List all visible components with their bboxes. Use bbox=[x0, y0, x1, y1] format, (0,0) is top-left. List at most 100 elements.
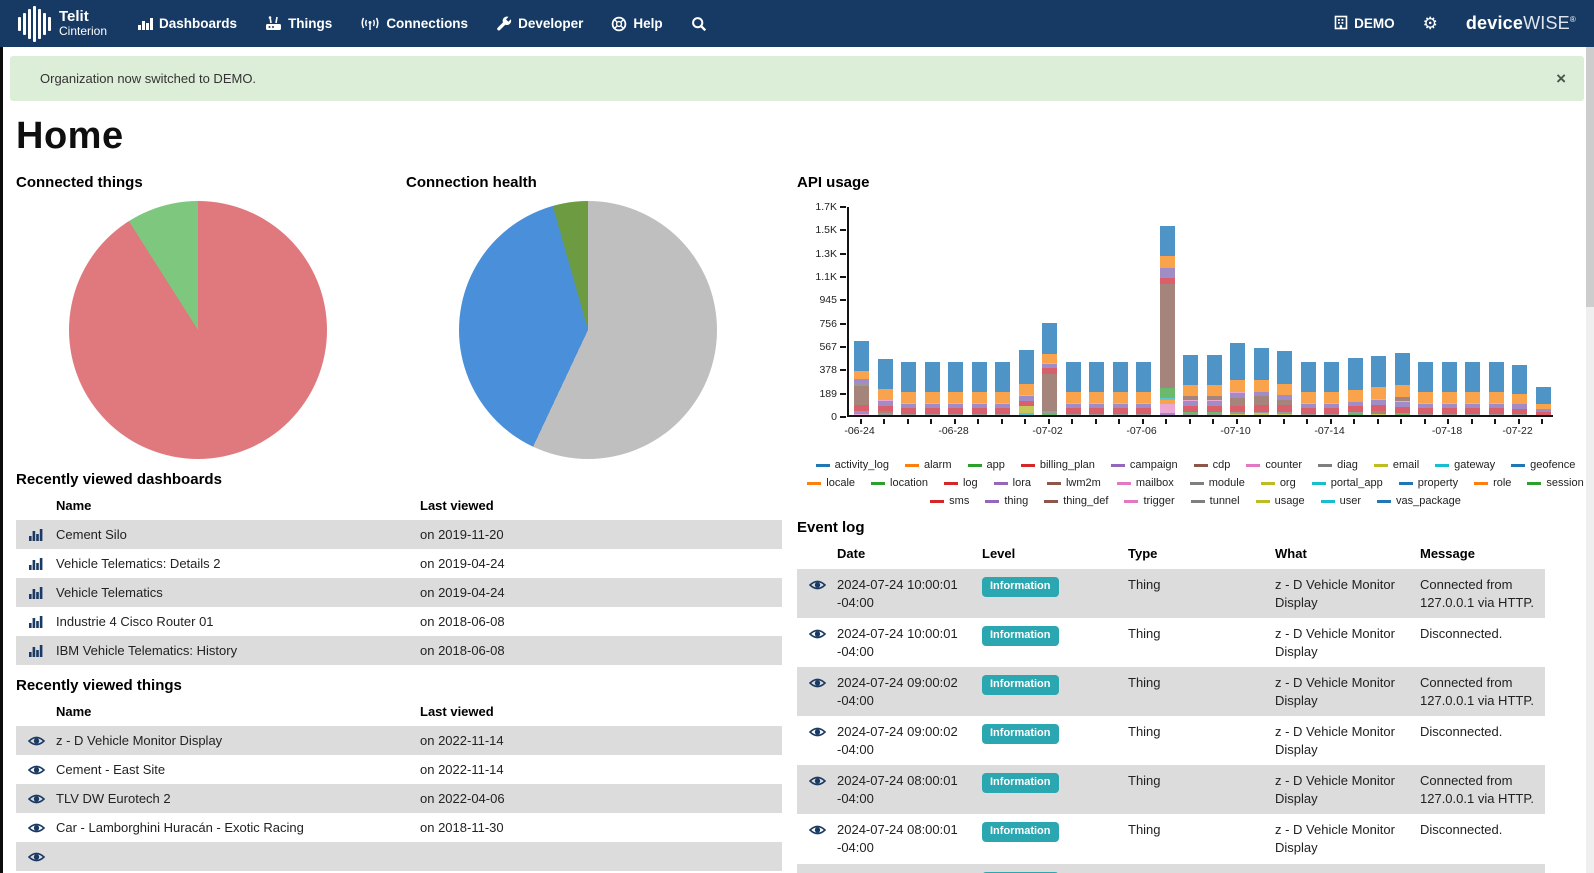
bar-chart-icon[interactable] bbox=[16, 528, 56, 541]
stacked-bar bbox=[924, 361, 940, 415]
eye-icon[interactable] bbox=[797, 723, 837, 758]
legend-item-thing: thing bbox=[985, 495, 1028, 507]
row-name[interactable]: IBM Vehicle Telematics: History bbox=[56, 643, 420, 658]
legend-item-activity_log: activity_log bbox=[815, 459, 889, 471]
eye-icon[interactable] bbox=[797, 821, 837, 856]
row-name[interactable]: Cement - East Site bbox=[56, 762, 420, 777]
legend-item-cdp: cdp bbox=[1193, 459, 1230, 471]
nav-item-developer[interactable]: Developer bbox=[496, 16, 583, 32]
y-axis-tick-label: 189 bbox=[819, 387, 837, 400]
legend-item-vas_package: vas_package bbox=[1377, 495, 1461, 507]
bar-chart-icon[interactable] bbox=[16, 615, 56, 628]
bar-chart-icon[interactable] bbox=[16, 644, 56, 657]
brand-line1: Telit bbox=[59, 8, 89, 26]
table-row[interactable]: Industrie 4 Cisco Router 01 on 2018-06-08 bbox=[16, 607, 782, 636]
event-log-row[interactable]: 2024-07-24 08:00:01 -04:00 Information Thin… bbox=[797, 765, 1545, 815]
telit-cinterion-logo[interactable]: Telit Cinterion bbox=[18, 5, 107, 43]
row-name[interactable]: z - D Vehicle Monitor Display bbox=[56, 733, 420, 748]
event-log-row[interactable]: 2024-07-24 10:00:01 -04:00 Information Thin… bbox=[797, 569, 1545, 619]
event-message: Disconnected. bbox=[1420, 822, 1503, 838]
column-header-what: What bbox=[1275, 546, 1307, 561]
event-what: z - D Vehicle Monitor Display bbox=[1275, 773, 1395, 806]
legend-item-thing_def: thing_def bbox=[1044, 495, 1108, 507]
left-edge-strip bbox=[0, 47, 3, 873]
connection-health-title: Connection health bbox=[406, 174, 537, 191]
event-log-row[interactable]: 2024-07-24 10:00:01 -04:00 Information Thin… bbox=[797, 618, 1545, 667]
legend-item-log: log bbox=[943, 477, 978, 489]
legend-item-email: email bbox=[1373, 459, 1419, 471]
connected-things-title: Connected things bbox=[16, 174, 143, 191]
legend-item-lora: lora bbox=[993, 477, 1031, 489]
stacked-bar bbox=[1324, 361, 1339, 415]
stacked-bar bbox=[1136, 361, 1151, 415]
nav-item-help[interactable]: Help bbox=[611, 16, 663, 32]
eye-icon[interactable] bbox=[797, 625, 837, 660]
x-axis-tick-label: -07-06 bbox=[1126, 425, 1157, 437]
status-badge: Information bbox=[982, 822, 1059, 843]
event-log-table: Date Level Type What Message 2024-07-24 … bbox=[797, 540, 1545, 873]
stacked-bar bbox=[1394, 353, 1410, 415]
row-name[interactable]: Car - Lamborghini Huracán - Exotic Racin… bbox=[56, 820, 420, 835]
stacked-bar bbox=[1042, 323, 1057, 415]
table-row[interactable]: z - D Vehicle Monitor Display on 2022-11-… bbox=[16, 726, 782, 755]
legend-item-locale: locale bbox=[807, 477, 855, 489]
table-row-partial[interactable] bbox=[16, 842, 782, 871]
connection-health-panel: Connection health bbox=[406, 162, 796, 459]
y-axis-tick-label: 1.7K bbox=[815, 201, 837, 213]
legend-item-gateway: gateway bbox=[1435, 459, 1495, 471]
event-log-row[interactable]: 2024-07-24 09:00:02 -04:00 Information Thin… bbox=[797, 667, 1545, 717]
event-log-row[interactable]: 2024-07-24 09:00:02 -04:00 Information Thin… bbox=[797, 716, 1545, 765]
table-row[interactable]: Vehicle Telematics on 2019-04-24 bbox=[16, 578, 782, 607]
nav-item-dashboards[interactable]: Dashboards bbox=[137, 16, 237, 31]
table-row[interactable]: Vehicle Telematics: Details 2 on 2019-04-… bbox=[16, 549, 782, 578]
stacked-bar bbox=[1065, 361, 1081, 415]
nav-item-things[interactable]: Things bbox=[265, 16, 332, 31]
legend-item-sms: sms bbox=[930, 495, 969, 507]
bar-chart-icon[interactable] bbox=[16, 557, 56, 570]
stacked-bar bbox=[1441, 361, 1457, 415]
event-date: 2024-07-24 08:00:01 -04:00 bbox=[837, 773, 958, 806]
table-row[interactable]: TLV DW Eurotech 2 on 2022-04-06 bbox=[16, 784, 782, 813]
stacked-bar bbox=[971, 361, 987, 415]
eye-icon[interactable] bbox=[16, 793, 56, 805]
row-name[interactable]: Cement Silo bbox=[56, 527, 420, 542]
event-what: z - D Vehicle Monitor Display bbox=[1275, 577, 1395, 610]
event-date: 2024-07-24 09:00:02 -04:00 bbox=[837, 724, 958, 757]
row-name[interactable]: TLV DW Eurotech 2 bbox=[56, 791, 420, 806]
table-row[interactable]: Cement - East Site on 2022-11-14 bbox=[16, 755, 782, 784]
alert-banner: Organization now switched to DEMO. × bbox=[10, 56, 1584, 101]
eye-icon[interactable] bbox=[16, 822, 56, 834]
search-button[interactable] bbox=[691, 16, 707, 32]
org-switcher[interactable]: DEMO bbox=[1334, 15, 1395, 33]
legend-item-geofence: geofence bbox=[1511, 459, 1575, 471]
close-icon[interactable]: × bbox=[1556, 69, 1566, 89]
eye-icon[interactable] bbox=[16, 764, 56, 776]
nav-item-connections[interactable]: Connections bbox=[360, 16, 468, 31]
table-row[interactable]: Car - Lamborghini Huracán - Exotic Racin… bbox=[16, 813, 782, 842]
event-log-panel: Event log Date Level Type What Message 2… bbox=[797, 519, 1594, 873]
stacked-bar bbox=[948, 361, 963, 415]
stacked-bar bbox=[877, 359, 893, 415]
eye-icon[interactable] bbox=[797, 576, 837, 611]
row-last-viewed: on 2019-04-24 bbox=[420, 556, 505, 571]
eye-icon[interactable] bbox=[797, 674, 837, 709]
event-log-row[interactable]: 2024-07-24 07:00:02-04:00InformationThin… bbox=[797, 863, 1545, 873]
event-date: 2024-07-24 08:00:01 -04:00 bbox=[837, 822, 958, 856]
legend-item-mailbox: mailbox bbox=[1116, 477, 1174, 489]
bar-chart-icon[interactable] bbox=[16, 586, 56, 599]
page-title: Home bbox=[16, 115, 124, 157]
event-log-row[interactable]: 2024-07-24 08:00:01 -04:00 Information Thin… bbox=[797, 814, 1545, 863]
legend-item-diag: diag bbox=[1318, 459, 1358, 471]
vertical-scrollbar[interactable] bbox=[1586, 47, 1594, 873]
row-name[interactable]: Vehicle Telematics: Details 2 bbox=[56, 556, 420, 571]
event-message: Connected from 127.0.0.1 via HTTP. bbox=[1420, 675, 1534, 708]
row-name[interactable]: Vehicle Telematics bbox=[56, 585, 420, 600]
eye-icon[interactable] bbox=[16, 735, 56, 747]
table-row[interactable]: Cement Silo on 2019-11-20 bbox=[16, 520, 782, 549]
gear-icon[interactable]: ⚙ bbox=[1423, 14, 1438, 34]
event-date: 2024-07-24 10:00:01 -04:00 bbox=[837, 577, 958, 610]
eye-icon[interactable] bbox=[797, 772, 837, 807]
row-name[interactable]: Industrie 4 Cisco Router 01 bbox=[56, 614, 420, 629]
table-row[interactable]: IBM Vehicle Telematics: History on 2018-0… bbox=[16, 636, 782, 665]
stacked-bar bbox=[1089, 361, 1104, 415]
